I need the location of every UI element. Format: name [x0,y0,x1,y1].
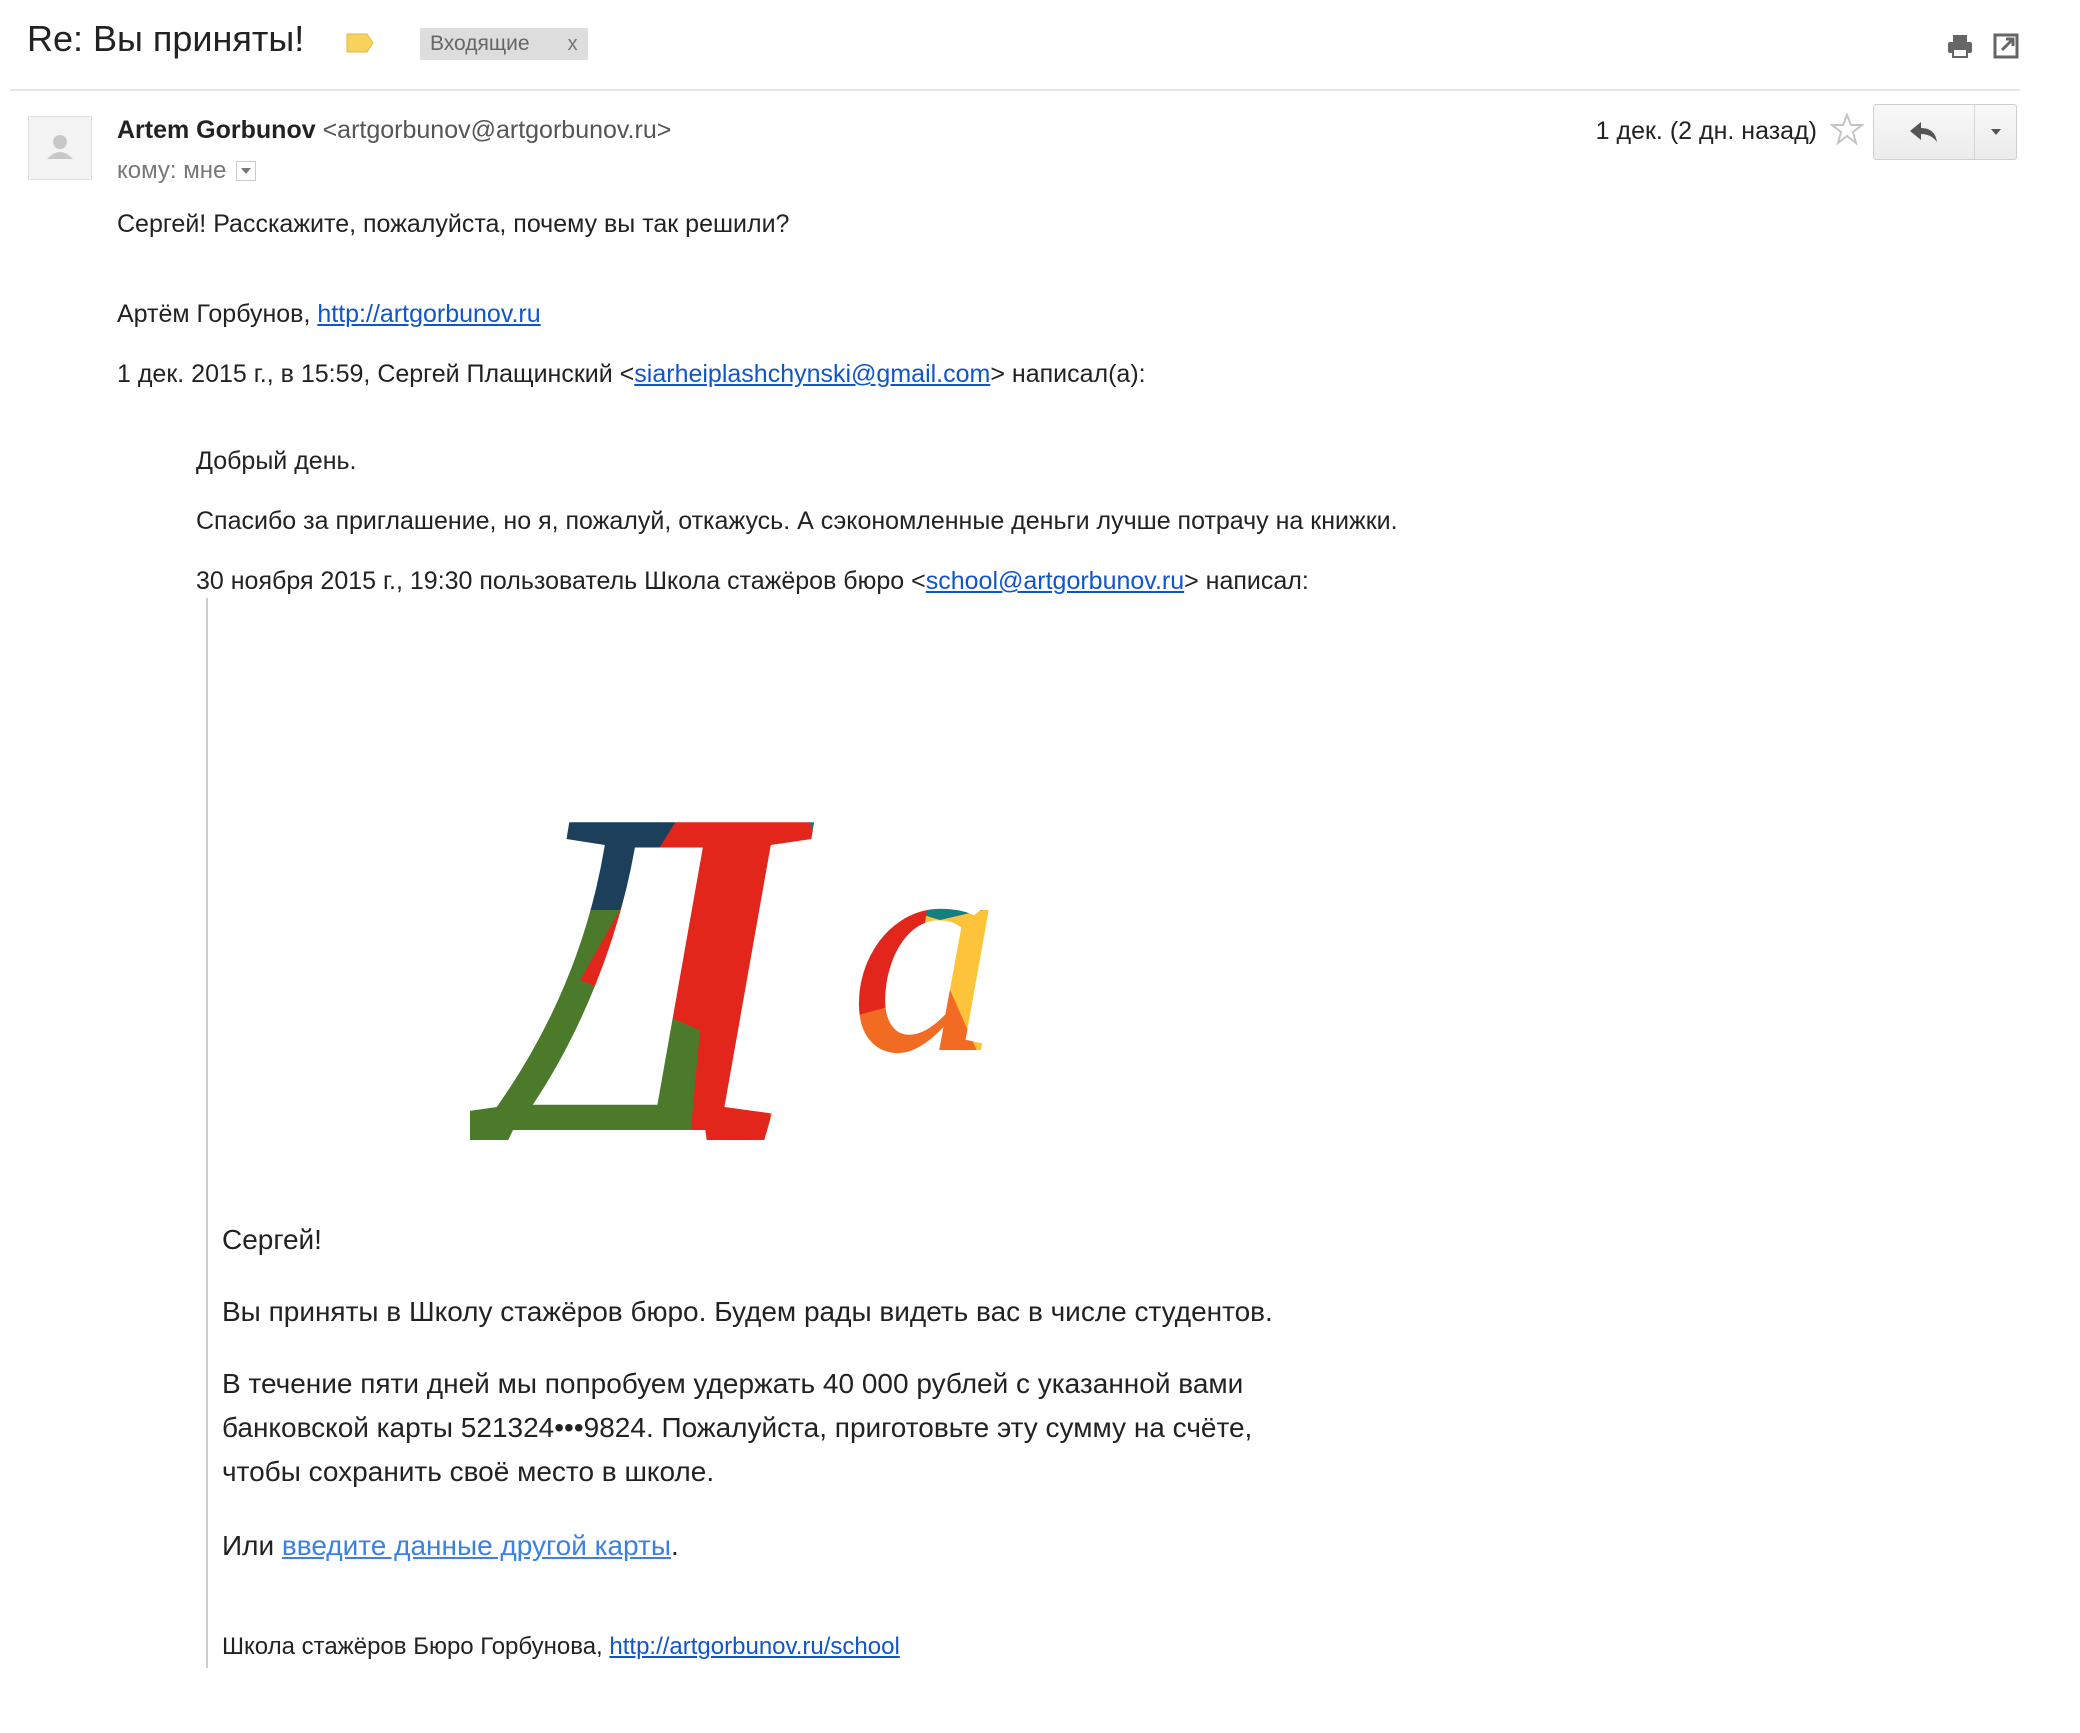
inbox-label-text: Входящие [430,32,530,55]
avatar[interactable] [28,116,92,180]
school-link[interactable]: http://artgorbunov.ru/school [609,1633,899,1660]
new-window-icon[interactable] [1992,32,2020,60]
or-prefix: Или [222,1530,282,1561]
inner-para-line1: В течение пяти дней мы попробуем удержат… [222,1368,1244,1399]
inner-para-line3: чтобы сохранить своё место в школе. [222,1456,715,1487]
inner-para-line2: банковской карты 521324•••9824. Пожалуйс… [222,1412,1253,1443]
da-logo-image: Д а [470,720,1000,1140]
inner-footer: Школа стажёров Бюро Горбунова, http://ar… [222,1633,900,1661]
school-email-link[interactable]: school@artgorbunov.ru [926,567,1184,595]
sender-email: <artgorbunov@artgorbunov.ru> [322,116,672,144]
star-icon[interactable] [1830,112,1864,146]
sender-line: Artem Gorbunov <artgorbunov@artgorbunov.… [117,116,671,145]
reply-button-group [1873,104,2017,160]
inner-greeting: Сергей! [222,1224,322,1255]
chevron-down-icon [241,168,252,174]
inner-quote-header: 30 ноября 2015 г., 19:30 пользователь Шк… [196,567,1309,596]
quote-header-suffix: > написал(а): [990,360,1146,388]
quote-header: 1 дек. 2015 г., в 15:59, Сергей Плащинск… [117,360,1146,389]
quote-bar [206,598,208,1668]
quote-header-prefix: 1 дек. 2015 г., в 15:59, Сергей Плащинск… [117,360,635,388]
recipient-text: кому: мне [117,157,227,184]
email-subject: Re: Вы приняты! [27,18,305,59]
header-divider [10,89,2020,91]
or-suffix: . [670,1530,679,1561]
inner-line1: Вы приняты в Школу стажёров бюро. Будем … [222,1296,1273,1327]
message-date: 1 дек. (2 дн. назад) [1595,117,1817,145]
more-actions-button[interactable] [1975,105,2016,159]
chevron-down-icon [1990,129,2001,135]
signature-name: Артём Горбунов, [117,300,311,328]
enter-other-card-link[interactable]: введите данные другой карты [282,1530,671,1561]
sender-name[interactable]: Artem Gorbunov [117,116,316,144]
reply-button[interactable] [1874,105,1975,159]
person-icon [47,135,73,159]
recipient-line: кому: мне [117,157,257,185]
signature: Артём Горбунов, http://artgorbunov.ru [117,300,541,329]
details-dropdown[interactable] [236,161,257,181]
quoted-greeting: Добрый день. [196,447,357,475]
quote-sender-email-link[interactable]: siarheiplashchynski@gmail.com [634,360,990,388]
remove-label-button[interactable]: x [558,28,588,60]
reply-icon [1910,122,1937,142]
label-tag-icon[interactable] [345,32,375,54]
inner-header-prefix: 30 ноября 2015 г., 19:30 пользователь Шк… [196,567,926,595]
body-text: Сергей! Расскажите, пожалуйста, почему в… [117,210,790,238]
footer-text: Школа стажёров Бюро Горбунова, [222,1633,603,1660]
quoted-text: Спасибо за приглашение, но я, пожалуй, о… [196,507,1398,535]
print-icon[interactable] [1946,32,1974,60]
inner-or-line: Или введите данные другой карты. [222,1530,679,1562]
inbox-label-chip: Входящие x [420,28,588,60]
inner-header-suffix: > написал: [1184,567,1309,595]
signature-link[interactable]: http://artgorbunov.ru [317,300,540,328]
